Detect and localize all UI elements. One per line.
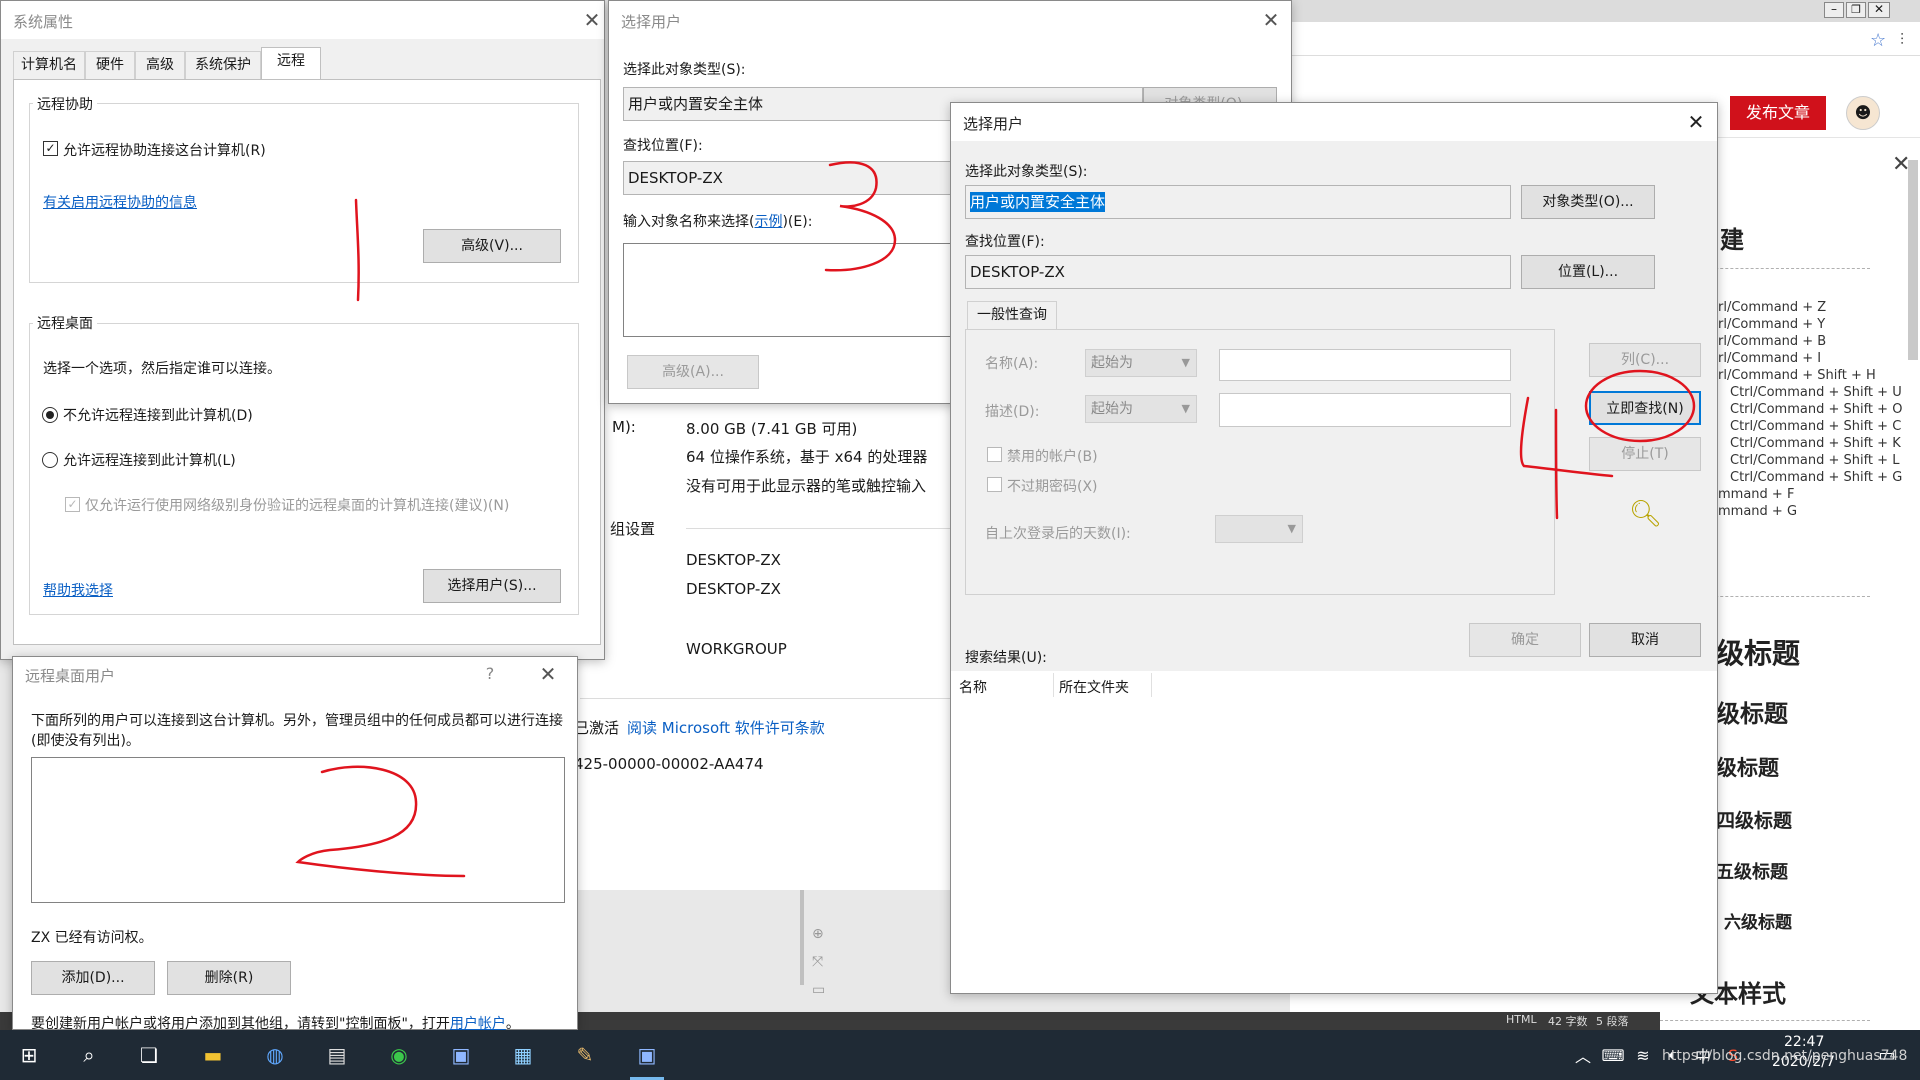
watermark: https://blog.csdn.net/penghuas748: [1662, 1048, 1908, 1064]
wifi-icon[interactable]: ≋: [1626, 1038, 1660, 1072]
find-now-highlight: [1584, 369, 1696, 443]
search-icon[interactable]: ⌕: [72, 1038, 106, 1072]
taskbar: ⊞ ⌕ ❏ ▬ ◍ ▤ ◉ ▣ ▦ ✎ ▣ ︿ ⌨ ≋ 🔈︎ 中 S 22:47…: [0, 1030, 1920, 1080]
ime-icon[interactable]: ⌨: [1596, 1038, 1630, 1072]
annotation-2-stroke: [295, 765, 466, 878]
wechat-icon[interactable]: ◉: [382, 1038, 416, 1072]
annotation-4-stroke: [1519, 396, 1614, 520]
control-panel-icon[interactable]: ▦: [506, 1038, 540, 1072]
task-view-icon[interactable]: ❏: [132, 1038, 166, 1072]
annotation-layer: [295, 161, 1696, 878]
annotation-3-stroke: [824, 161, 897, 272]
notepad-icon[interactable]: ▤: [320, 1038, 354, 1072]
start-icon[interactable]: ⊞: [12, 1038, 46, 1072]
remote-settings-icon[interactable]: ▣: [630, 1038, 664, 1080]
annotation-1-stroke: [354, 198, 360, 302]
chevron-up-icon[interactable]: ︿: [1566, 1038, 1600, 1072]
network-app-icon[interactable]: ▣: [444, 1038, 478, 1072]
file-explorer-icon[interactable]: ▬: [196, 1038, 230, 1072]
browser-icon[interactable]: ◍: [258, 1038, 292, 1072]
paint-icon[interactable]: ✎: [568, 1038, 602, 1072]
